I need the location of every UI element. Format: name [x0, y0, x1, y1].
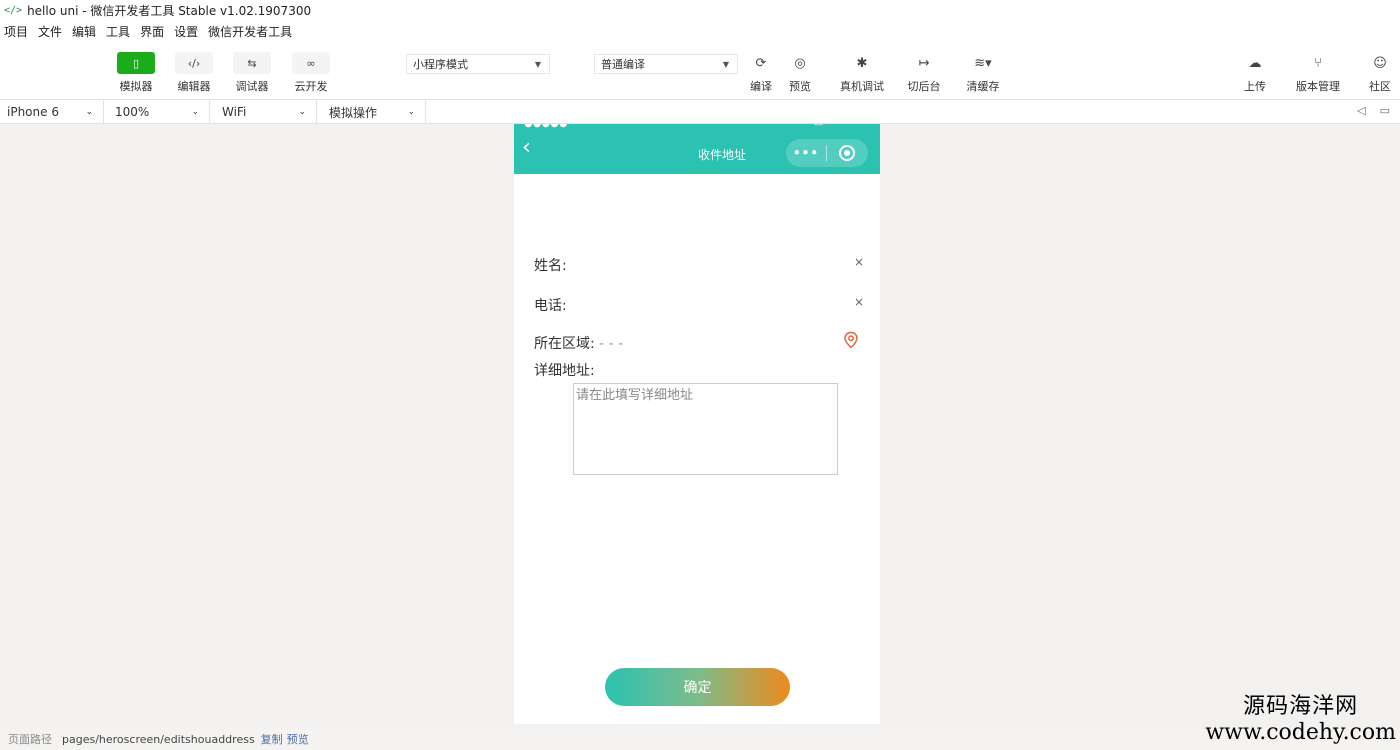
- page-path: pages/heroscreen/editshouaddress: [62, 732, 255, 746]
- status-bar: 页面路径 pages/heroscreen/editshouaddress 复制…: [0, 728, 1400, 750]
- background-button[interactable]: ↦ 切后台: [901, 52, 947, 94]
- network-select[interactable]: WiFi ⌄: [215, 100, 317, 124]
- device-bar-icons: ◁ ▭: [1357, 104, 1390, 117]
- region-value: - - -: [599, 336, 624, 352]
- menu-interface[interactable]: 界面: [140, 23, 164, 40]
- caret-down-icon: ▼: [534, 59, 541, 69]
- editor-button[interactable]: ‹/› 编辑器: [164, 52, 224, 94]
- upload-label: 上传: [1244, 80, 1266, 93]
- zoom-select[interactable]: 100% ⌄: [108, 100, 210, 124]
- cloud-dev-label: 云开发: [294, 80, 328, 93]
- title-bar: </> hello uni - 微信开发者工具 Stable v1.02.190…: [0, 0, 1400, 20]
- signal-icon: ●●●●●: [524, 124, 568, 129]
- branch-icon: ⑂: [1314, 55, 1322, 71]
- region-row[interactable]: 所在区域: - - -: [534, 331, 864, 353]
- preview-link[interactable]: 预览: [287, 731, 309, 747]
- copy-link[interactable]: 复制: [261, 731, 283, 747]
- network-value: WiFi: [222, 105, 247, 119]
- compile-button[interactable]: ⟳ 编译: [741, 52, 781, 94]
- eye-icon: ◎: [794, 55, 806, 71]
- clear-cache-label: 清缓存: [966, 80, 1000, 93]
- zoom-value: 100%: [115, 105, 150, 119]
- watermark-line-1: 源码海洋网: [1243, 694, 1359, 719]
- device-bar: iPhone 6 ⌄ 100% ⌄ WiFi ⌄ 模拟操作 ⌄ ◁ ▭: [0, 100, 1400, 124]
- menu-edit[interactable]: 编辑: [72, 23, 96, 40]
- watermark: 源码海洋网 www.codehy.com: [1205, 694, 1396, 746]
- cloud-dev-button[interactable]: ∞ 云开发: [281, 52, 341, 94]
- location-pin-icon[interactable]: [842, 331, 860, 349]
- menu-wechat-devtools[interactable]: 微信开发者工具: [208, 23, 292, 40]
- bug-icon: ✱: [856, 55, 868, 71]
- compile-mode-value: 普通编译: [601, 58, 645, 71]
- compile-mode-select[interactable]: 普通编译 ▼: [594, 54, 738, 74]
- debugger-button[interactable]: ⇆ 调试器: [222, 52, 282, 94]
- debug-arrows-icon: ⇆: [233, 52, 271, 74]
- page-path-label: 页面路径: [8, 733, 52, 746]
- battery-icon: ▭: [814, 124, 823, 129]
- preview-label: 预览: [789, 80, 811, 93]
- debugger-label: 调试器: [235, 80, 269, 93]
- status-line: ●●●●● ▭: [514, 124, 880, 130]
- phone-icon: ▯: [117, 52, 155, 74]
- simulator-label: 模拟器: [119, 80, 153, 93]
- phone-label: 电话:: [534, 298, 567, 314]
- version-management-label: 版本管理: [1296, 80, 1340, 93]
- confirm-button[interactable]: 确定: [605, 668, 790, 706]
- caret-down-icon: ▼: [722, 59, 729, 69]
- clear-name-icon[interactable]: ×: [854, 255, 864, 269]
- chat-bubble-icon: ☺: [1373, 55, 1387, 71]
- community-button[interactable]: ☺ 社区: [1360, 52, 1400, 94]
- cloud-upload-icon: ☁: [1248, 55, 1262, 71]
- close-circle-icon[interactable]: [827, 145, 867, 161]
- switch-background-icon: ↦: [918, 55, 930, 71]
- clear-phone-icon[interactable]: ×: [854, 295, 864, 309]
- editor-label: 编辑器: [177, 80, 211, 93]
- more-dots-icon[interactable]: •••: [786, 146, 826, 160]
- window-icon[interactable]: ▭: [1380, 104, 1390, 117]
- real-device-debug-label: 真机调试: [840, 80, 884, 93]
- device-model-value: iPhone 6: [7, 105, 59, 119]
- address-label: 详细地址:: [534, 363, 595, 379]
- clear-cache-button[interactable]: ≋▾ 清缓存: [960, 52, 1006, 94]
- version-management-button[interactable]: ⑂ 版本管理: [1290, 52, 1346, 94]
- address-textarea[interactable]: [573, 383, 838, 475]
- mode-select[interactable]: 小程序模式 ▼: [406, 54, 550, 74]
- simulate-ops-select[interactable]: 模拟操作 ⌄: [322, 100, 426, 124]
- mode-select-value: 小程序模式: [413, 58, 468, 71]
- watermark-line-2: www.codehy.com: [1205, 720, 1396, 745]
- nav-bar: ●●●●● ▭ ‹ 收件地址 •••: [514, 124, 880, 174]
- window-title: hello uni - 微信开发者工具 Stable v1.02.1907300: [27, 3, 312, 18]
- chevron-down-icon: ⌄: [85, 107, 93, 117]
- name-row: 姓名: ×: [534, 255, 864, 275]
- refresh-icon: ⟳: [755, 55, 767, 71]
- capsule-menu: •••: [786, 139, 868, 167]
- device-model-select[interactable]: iPhone 6 ⌄: [0, 100, 104, 124]
- region-label: 所在区域:: [534, 336, 595, 352]
- upload-button[interactable]: ☁ 上传: [1235, 52, 1275, 94]
- community-label: 社区: [1369, 80, 1391, 93]
- code-icon: ‹/›: [175, 52, 213, 74]
- chevron-down-icon: ⌄: [298, 107, 306, 117]
- real-device-debug-button[interactable]: ✱ 真机调试: [832, 52, 892, 94]
- app-logo-icon: </>: [4, 4, 23, 16]
- toolbar: ▯ 模拟器 ‹/› 编辑器 ⇆ 调试器 ∞ 云开发 小程序模式 ▼ 普通编译 ▼…: [0, 42, 1400, 100]
- speaker-icon[interactable]: ◁: [1357, 104, 1365, 117]
- preview-button[interactable]: ◎ 预览: [780, 52, 820, 94]
- phone-simulator: ●●●●● ▭ ‹ 收件地址 ••• 姓名: × 电话: × 所在区域: - -…: [514, 124, 880, 724]
- menu-tools[interactable]: 工具: [106, 23, 130, 40]
- name-label: 姓名:: [534, 258, 567, 274]
- simulate-ops-value: 模拟操作: [329, 105, 378, 120]
- cloud-link-icon: ∞: [292, 52, 330, 74]
- chevron-down-icon: ⌄: [191, 107, 199, 117]
- menu-file[interactable]: 文件: [38, 23, 62, 40]
- phone-row: 电话: ×: [534, 295, 864, 315]
- compile-label: 编译: [750, 80, 772, 93]
- background-label: 切后台: [907, 80, 941, 93]
- menu-project[interactable]: 项目: [4, 23, 28, 40]
- menu-settings[interactable]: 设置: [174, 23, 198, 40]
- simulator-button[interactable]: ▯ 模拟器: [106, 52, 166, 94]
- menu-bar: 项目 文件 编辑 工具 界面 设置 微信开发者工具: [0, 20, 1400, 42]
- layers-icon: ≋▾: [974, 55, 992, 71]
- chevron-down-icon: ⌄: [407, 107, 415, 117]
